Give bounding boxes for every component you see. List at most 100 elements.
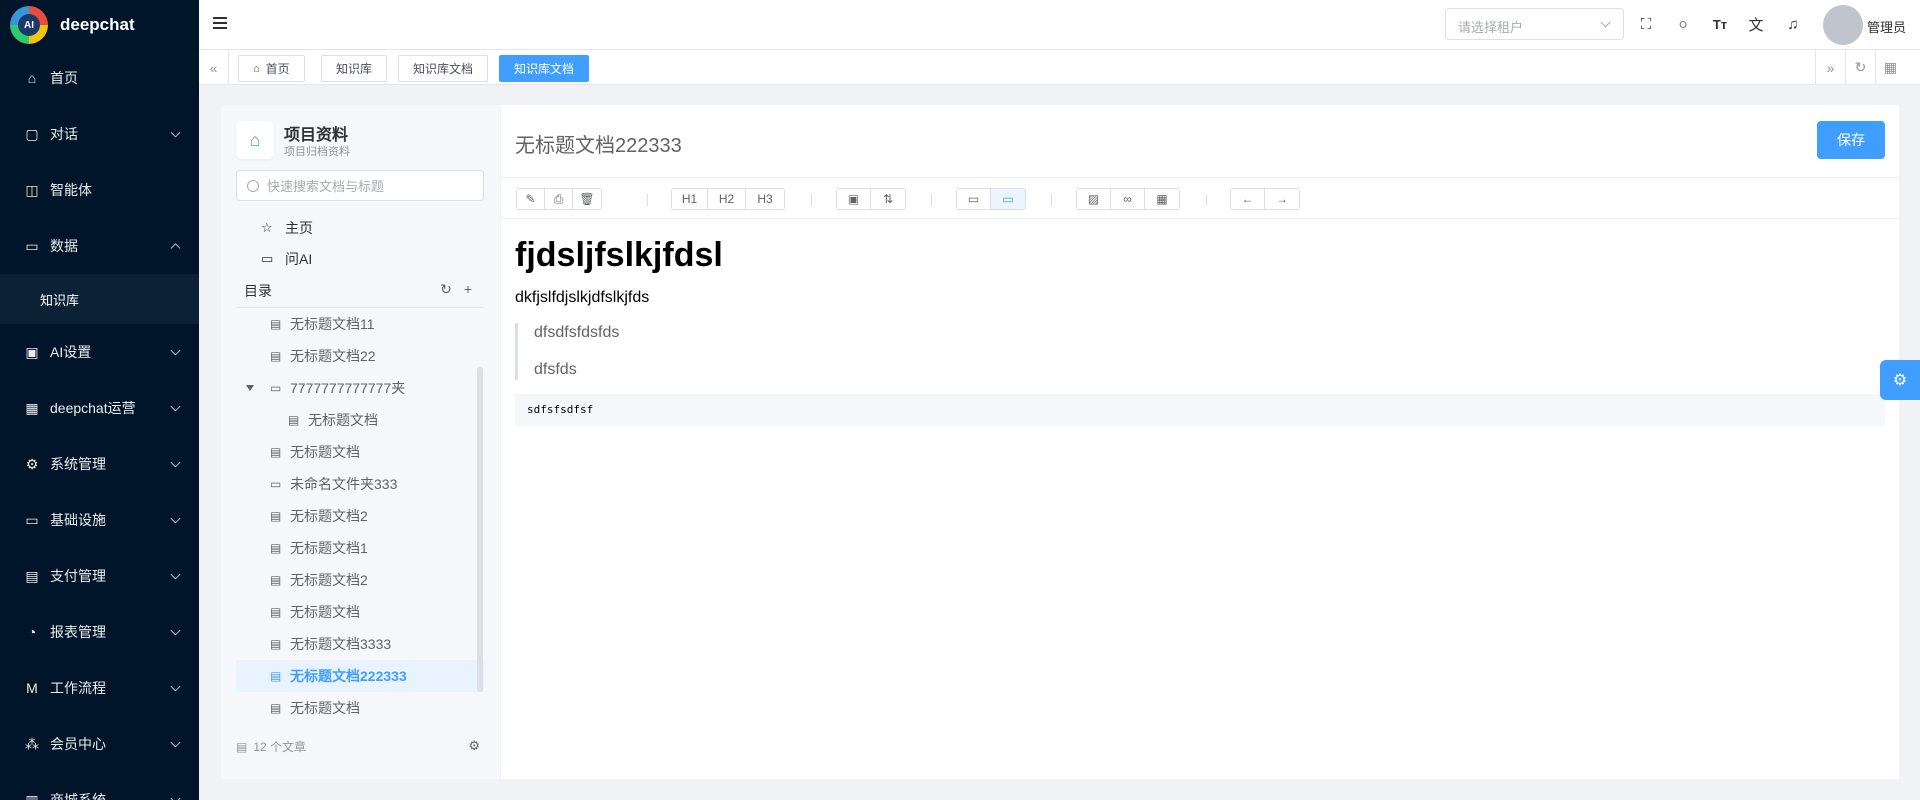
toolbar-group-history: ← → [1230, 188, 1300, 210]
sidebar-item-payment[interactable]: ▤ 支付管理 [0, 548, 199, 604]
document-icon: ▤ [270, 541, 282, 555]
store-icon: ▥ [25, 791, 39, 800]
tab-knowledge-docs-active[interactable]: 知识库文档 [499, 55, 590, 82]
image-icon[interactable]: ▨ [1077, 189, 1111, 209]
tab-knowledge-docs[interactable]: 知识库文档 [398, 55, 489, 82]
chevron-up-icon [170, 243, 181, 254]
sidebar-item-ai-settings[interactable]: ▣ AI设置 [0, 324, 199, 380]
h3-button[interactable]: H3 [746, 189, 784, 209]
format-icon[interactable]: ⇅ [871, 189, 905, 209]
search-icon[interactable]: ○ [1673, 14, 1693, 34]
print-icon[interactable]: ⎙ [545, 189, 573, 209]
pie-chart-icon: ◔ [27, 624, 37, 640]
tree-scrollbar[interactable] [477, 367, 483, 692]
chevron-down-icon [170, 513, 181, 524]
caret-down-icon[interactable] [246, 385, 254, 391]
floating-settings-icon[interactable]: ⚙ [1880, 360, 1920, 400]
sidebar-item-data[interactable]: ▭ 数据 [0, 218, 199, 274]
link-icon[interactable]: ∞ [1111, 189, 1145, 209]
sidebar-item-operations[interactable]: ▦ deepchat运营 [0, 380, 199, 436]
document-icon: ▤ [270, 317, 282, 331]
logo-icon: AI [10, 6, 48, 44]
scroll-left-icon[interactable]: « [199, 50, 229, 85]
sidebar-item-system[interactable]: ⚙ 系统管理 [0, 436, 199, 492]
translate-icon[interactable]: 文 [1746, 14, 1766, 34]
monitor-icon: ▭ [25, 511, 39, 528]
tree-item[interactable]: ▤ 无标题文档2 [236, 500, 484, 532]
refresh-icon[interactable]: ↻ [1845, 50, 1875, 85]
comment-icon[interactable]: ▭ [957, 189, 991, 209]
tenant-select[interactable]: 请选择租户 [1445, 8, 1624, 40]
people-icon: ⁂ [25, 735, 39, 752]
doc-search-input[interactable]: 快速搜索文档与标题 [236, 170, 484, 201]
tree-item[interactable]: ▤ 无标题文档 [236, 596, 484, 628]
tabs-bar: « ⌂ 首页 知识库 知识库文档 知识库文档 » ↻ ▦ [199, 50, 1920, 85]
app-name: deepchat [60, 15, 135, 34]
tab-knowledge-base[interactable]: 知识库 [321, 55, 388, 82]
grid-icon: ▦ [25, 399, 39, 416]
h2-button[interactable]: H2 [708, 189, 746, 209]
grid-icon[interactable]: ▦ [1875, 50, 1905, 85]
link-home[interactable]: ☆ 主页 [261, 218, 313, 238]
link-ask-ai[interactable]: ▭ 问AI [261, 249, 312, 269]
logo[interactable]: AI deepchat [0, 0, 199, 50]
toolbar-divider [931, 194, 932, 206]
sidebar-item-store[interactable]: ▥ 商城系统 [0, 772, 199, 800]
tree-item-selected[interactable]: ▤ 无标题文档222333 [236, 660, 484, 692]
tab-home[interactable]: ⌂ 首页 [238, 55, 305, 82]
add-icon[interactable]: + [464, 281, 472, 297]
home-icon: ⌂ [27, 70, 37, 86]
edit-icon[interactable]: ✎ [517, 189, 545, 209]
clipboard-icon[interactable]: ▣ [837, 189, 871, 209]
chevron-down-icon [170, 625, 181, 636]
user-name[interactable]: 管理员 [1867, 17, 1906, 36]
preview-icon[interactable]: ▭ [991, 189, 1025, 209]
font-size-icon[interactable]: Tт [1710, 14, 1730, 34]
tree-item[interactable]: ▤ 无标题文档22 [236, 340, 484, 372]
sidebar-item-members[interactable]: ⁂ 会员中心 [0, 716, 199, 772]
undo-icon[interactable]: ← [1231, 189, 1265, 209]
tree-item[interactable]: ▤ 无标题文档1 [236, 532, 484, 564]
toc-label: 目录 [244, 283, 272, 299]
sidebar-item-infrastructure[interactable]: ▭ 基础设施 [0, 492, 199, 548]
document-icon: ▤ [270, 573, 282, 587]
tree-item[interactable]: ▤ 无标题文档11 [236, 308, 484, 340]
tree-item[interactable]: ▤ 无标题文档2 [236, 564, 484, 596]
settings-icon[interactable]: ⚙ [468, 738, 480, 754]
bell-icon[interactable]: ♫ [1783, 14, 1803, 34]
save-button[interactable]: 保存 [1817, 121, 1885, 159]
scroll-right-icon[interactable]: » [1815, 50, 1845, 85]
document-icon: ▤ [270, 349, 282, 363]
sidebar-item-agent[interactable]: ◫ 智能体 [0, 162, 199, 218]
avatar[interactable] [1823, 5, 1863, 45]
gear-icon: ⚙ [25, 455, 39, 472]
sidebar-item-workflow[interactable]: M 工作流程 [0, 660, 199, 716]
chat-icon: ▢ [25, 125, 39, 142]
h1-button[interactable]: H1 [672, 189, 708, 209]
sidebar-item-home[interactable]: ⌂ 首页 [0, 50, 199, 106]
chevron-down-icon [1600, 17, 1611, 28]
table-icon[interactable]: ▦ [1145, 189, 1179, 209]
chevron-down-icon [170, 793, 181, 800]
redo-icon[interactable]: → [1265, 189, 1299, 209]
tree-item[interactable]: ▤ 无标题文档 [236, 404, 484, 436]
menu-toggle-icon[interactable] [213, 17, 227, 32]
doc-title-input[interactable]: 无标题文档222333 [515, 129, 682, 158]
knowledge-title: 项目资料 [284, 127, 349, 144]
refresh-icon[interactable]: ↻ [440, 281, 452, 297]
fullscreen-icon[interactable]: ⛶ [1636, 14, 1656, 34]
sidebar-item-chat[interactable]: ▢ 对话 [0, 106, 199, 162]
doc-content[interactable]: fjdsljfslkjfdsl dkfjslfdjslkjdfslkjfds d… [515, 235, 1885, 426]
tree-item[interactable]: ▤ 无标题文档3333 [236, 628, 484, 660]
tree-folder[interactable]: ▭ 7777777777777夹 [236, 372, 484, 404]
sidebar-item-knowledge-base[interactable]: 知识库 [0, 274, 199, 324]
editor: 无标题文档222333 保存 ✎ ⎙ 🗑 H1 H2 H3 ▣ ⇅ ▭ ▭ ▨ … [501, 105, 1899, 779]
tree-item[interactable]: ▤ 无标题文档 [236, 436, 484, 468]
tree-folder[interactable]: ▭ 未命名文件夹333 [236, 468, 484, 500]
tree-item[interactable]: ▤ 无标题文档 [236, 692, 484, 719]
sidebar-item-reports[interactable]: ◔ 报表管理 [0, 604, 199, 660]
document-icon: ▤ [270, 701, 282, 715]
delete-icon[interactable]: 🗑 [573, 189, 601, 209]
document-icon: ▤ [270, 669, 282, 683]
doc-paragraph: dkfjslfdjslkjdfslkjfds [515, 289, 650, 306]
